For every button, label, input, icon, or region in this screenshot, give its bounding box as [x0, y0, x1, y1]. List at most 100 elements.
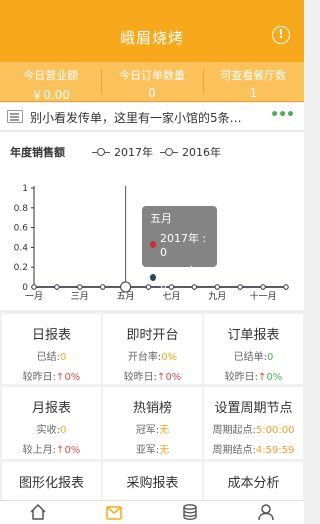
notice-text[interactable]: 别小看发传单，这里有一家小馆的5条…	[30, 109, 265, 126]
legend-item-2016[interactable]: 2016年	[160, 144, 221, 160]
legend-label: 2016年	[182, 146, 221, 159]
tile-label: 周期起点:	[212, 425, 256, 436]
stat-value: ￥0.00	[31, 88, 71, 102]
tab-finance[interactable]	[152, 501, 228, 524]
tile-line: 冠军:无	[103, 421, 202, 436]
tile-label: 开台率:	[127, 352, 162, 363]
tile-title: 图形化报表	[18, 476, 84, 491]
tile-graphic-report[interactable]: 图形化报表	[2, 462, 101, 500]
tile-order-report[interactable]: 订单报表 已结单:0 较昨日:↑0%	[204, 314, 303, 384]
coins-stack-icon	[183, 504, 197, 521]
tooltip-row: 2017年 : 0	[150, 230, 209, 259]
legend-label: 2017年	[114, 146, 153, 159]
data-point	[77, 284, 83, 290]
tab-home[interactable]	[0, 501, 76, 524]
tile-label: 冠军:	[135, 425, 160, 436]
y-tick-label: 1	[22, 184, 28, 194]
tile-label: 较昨日:	[224, 372, 259, 383]
tile-line: 已结单:0	[204, 348, 303, 363]
bottom-tab-bar	[0, 500, 304, 524]
tile-line: 较上月:↑0%	[2, 441, 101, 456]
tile-line: 周期结点:4:59:59	[204, 441, 303, 456]
data-point	[120, 281, 132, 293]
app-header: 峨眉烧烤 !	[0, 0, 304, 62]
tile-value: 5:00:00	[255, 425, 295, 436]
data-point	[283, 284, 289, 290]
tile-line: 已结:0	[2, 348, 101, 363]
y-tick-label: 0.8	[14, 204, 29, 214]
tile-value: 无	[159, 445, 170, 456]
tile-title: 设置周期节点	[214, 401, 293, 416]
tile-title: 日报表	[31, 328, 71, 343]
legend-marker-icon	[92, 147, 110, 157]
legend-item-2017[interactable]: 2017年	[92, 144, 153, 160]
stat-today-revenue[interactable]: 今日营业额 ￥0.00	[0, 62, 101, 102]
stat-restaurant-count[interactable]: 可查看餐厅数 1	[202, 62, 304, 101]
data-point	[237, 284, 243, 290]
chart-tooltip: 五月 2017年 : 0 2016年 : 0	[142, 206, 217, 292]
home-icon	[30, 504, 46, 520]
notice-bar[interactable]: 别小看发传单，这里有一家小馆的5条… •••	[0, 103, 304, 131]
series-dot-icon	[150, 274, 157, 281]
tile-title: 采购报表	[126, 476, 179, 491]
x-tick-label: 九月	[208, 291, 226, 302]
stat-today-orders[interactable]: 今日订单数量 0	[101, 62, 202, 101]
info-circle-icon[interactable]: !	[272, 26, 290, 44]
tile-value: 0%	[161, 352, 178, 363]
tile-line: 实收:0	[2, 421, 101, 436]
series-dot-icon	[150, 241, 157, 248]
tile-label: 较昨日:	[123, 372, 158, 383]
data-point	[100, 284, 106, 290]
tile-purchase-report[interactable]: 采购报表	[103, 462, 202, 500]
tile-hot-sales[interactable]: 热销榜 冠军:无 亚军:无	[103, 387, 202, 459]
tile-value: 0%	[64, 445, 81, 456]
x-tick-label: 五月	[117, 291, 135, 302]
tooltip-value: 2016年 : 0	[160, 265, 207, 292]
tile-title: 即时开台	[126, 328, 179, 343]
x-tick-label: 一月	[25, 291, 43, 302]
tile-instant-tables[interactable]: 即时开台 开台率:0% 较昨日:↑0%	[103, 314, 202, 384]
tile-title: 月报表	[31, 401, 71, 416]
tile-cycle-settings[interactable]: 设置周期节点 周期起点:5:00:00 周期结点:4:59:59	[204, 387, 303, 459]
notice-board-icon	[7, 110, 23, 123]
tile-label: 较昨日:	[22, 372, 57, 383]
report-envelope-icon	[106, 506, 122, 520]
tile-value: 0	[60, 352, 67, 363]
sales-chart-card: 0 0.2 0.4 0.6 0.8 1 一月 三月 五月 七月 九月 十一月 年度销售额 2017年 …	[0, 132, 304, 310]
tile-value: 0	[267, 352, 274, 363]
stat-label: 今日订单数量	[118, 69, 185, 82]
x-tick-label: 七月	[162, 291, 180, 302]
tile-value: 0%	[165, 372, 182, 383]
y-tick-label: 0.4	[14, 243, 29, 253]
tile-title: 热销榜	[132, 401, 172, 416]
tile-monthly-report[interactable]: 月报表 实收:0 较上月:↑0%	[2, 387, 101, 459]
tooltip-row: 2016年 : 0	[150, 263, 209, 292]
tile-line: 较昨日:↑0%	[103, 368, 202, 383]
more-dots-icon[interactable]: •••	[270, 107, 295, 123]
tab-reports[interactable]	[76, 501, 152, 524]
tile-line: 开台率:0%	[103, 348, 202, 363]
legend-marker-icon	[160, 147, 178, 157]
tile-label: 较上月:	[22, 445, 57, 456]
tooltip-title: 五月	[150, 212, 172, 225]
x-tick-label: 三月	[71, 291, 89, 302]
chart-title: 年度销售额	[10, 146, 65, 159]
stat-label: 可查看餐厅数	[220, 69, 287, 82]
tile-cost-analysis[interactable]: 成本分析	[204, 462, 303, 500]
stat-value: 0	[148, 86, 156, 100]
tile-daily-report[interactable]: 日报表 已结:0 较昨日:↑0%	[2, 314, 101, 384]
user-icon	[258, 504, 274, 521]
tile-line: 亚军:无	[103, 441, 202, 456]
data-point	[31, 284, 37, 290]
y-tick-label: 0.6	[14, 224, 29, 234]
tile-value: 4:59:59	[255, 445, 295, 456]
tile-label: 已结单:	[233, 352, 267, 363]
tile-line: 较昨日:↑0%	[204, 368, 303, 383]
y-tick-label: 0.2	[14, 263, 28, 273]
tab-profile[interactable]	[228, 501, 304, 524]
tile-value: 0%	[266, 372, 283, 383]
tile-value: 无	[159, 425, 170, 436]
tile-value: 0%	[64, 372, 81, 383]
tile-line: 较昨日:↑0%	[2, 368, 101, 383]
page-title: 峨眉烧烤	[119, 29, 184, 47]
